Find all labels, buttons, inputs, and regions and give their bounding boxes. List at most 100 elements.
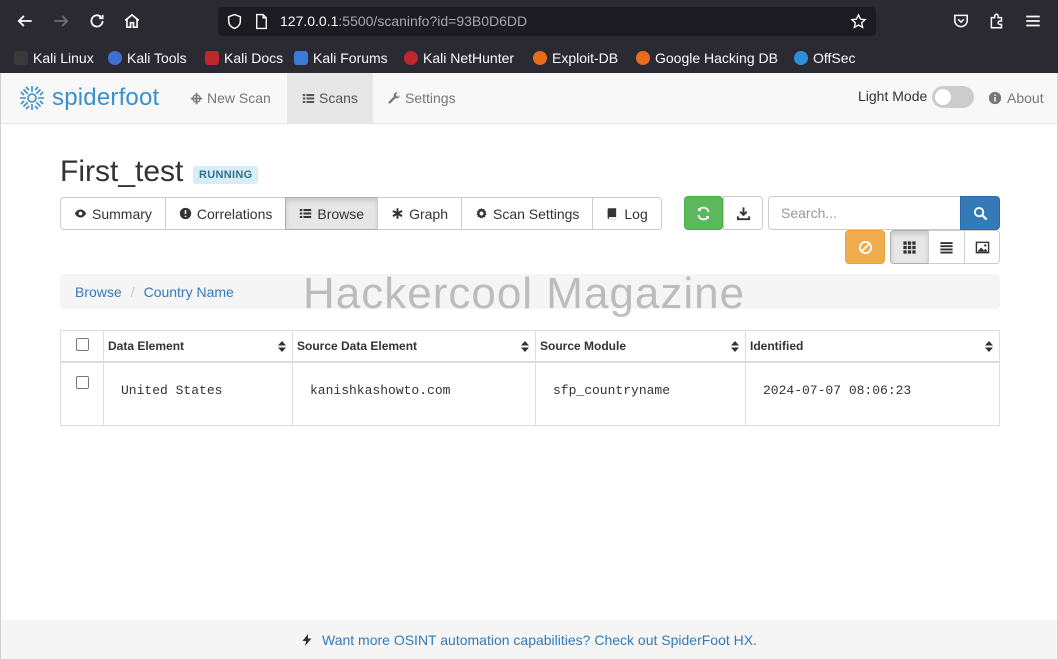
kali-tools-icon bbox=[108, 51, 122, 65]
cell-identified: 2024-07-07 08:06:23 bbox=[745, 361, 1000, 426]
book-icon bbox=[608, 208, 617, 220]
cell-source-module: sfp_countryname bbox=[535, 361, 746, 426]
nav-settings[interactable]: Settings bbox=[373, 73, 471, 123]
download-icon bbox=[736, 206, 750, 220]
hamburger-icon bbox=[1026, 15, 1040, 27]
spiderfoot-hx-link[interactable]: Want more OSINT automation capabilities?… bbox=[322, 632, 757, 648]
bookmark-exploit-db[interactable]: Exploit-DB bbox=[533, 48, 618, 68]
tab-browse[interactable]: Browse bbox=[285, 197, 379, 230]
reload-button[interactable] bbox=[84, 8, 110, 34]
brand-logo[interactable]: spiderfoot bbox=[18, 83, 159, 113]
shield-icon[interactable] bbox=[226, 13, 243, 30]
pocket-button[interactable] bbox=[948, 8, 974, 34]
wrench-icon bbox=[388, 91, 400, 104]
search-input[interactable] bbox=[768, 196, 961, 230]
list-icon bbox=[302, 93, 315, 103]
row-select-cell bbox=[60, 361, 104, 426]
bookmark-kali-linux[interactable]: Kali Linux bbox=[14, 48, 94, 68]
light-mode-toggle[interactable] bbox=[932, 86, 974, 108]
extensions-button[interactable] bbox=[984, 8, 1010, 34]
arrow-right-icon bbox=[54, 15, 69, 27]
kali-docs-icon bbox=[205, 51, 219, 65]
breadcrumb-browse-link[interactable]: Browse bbox=[75, 284, 122, 300]
scan-tabs: Summary Correlations Browse Graph Scan S… bbox=[60, 197, 662, 230]
cell-data-element: United States bbox=[103, 361, 293, 426]
grid-icon bbox=[903, 240, 916, 254]
download-button[interactable] bbox=[723, 196, 763, 230]
bookmark-offsec[interactable]: OffSec bbox=[794, 48, 856, 68]
promo-footer: Want more OSINT automation capabilities?… bbox=[0, 620, 1058, 659]
bookmarks-toolbar: Kali Linux Kali Tools Kali Docs Kali For… bbox=[0, 44, 1058, 70]
app-navbar: spiderfoot New Scan Scans Settings Light… bbox=[0, 73, 1058, 124]
breadcrumb-country-name-link[interactable]: Country Name bbox=[144, 284, 234, 300]
nethunter-icon bbox=[404, 51, 418, 65]
offsec-icon bbox=[794, 51, 808, 65]
bookmark-google-hacking-db[interactable]: Google Hacking DB bbox=[636, 48, 778, 68]
tab-correlations[interactable]: Correlations bbox=[164, 197, 287, 230]
home-icon bbox=[124, 13, 140, 29]
asterisk-icon bbox=[392, 208, 403, 219]
bolt-icon bbox=[302, 633, 312, 646]
image-icon bbox=[975, 241, 989, 253]
crosshair-icon bbox=[190, 92, 203, 104]
status-badge: RUNNING bbox=[193, 166, 259, 184]
tab-scan-settings[interactable]: Scan Settings bbox=[461, 197, 594, 230]
main-content: First_test RUNNING Summary Correlations … bbox=[0, 124, 1058, 620]
header-data-element[interactable]: Data Element bbox=[103, 330, 293, 363]
grid-view-button[interactable] bbox=[890, 230, 929, 264]
star-icon[interactable] bbox=[850, 13, 867, 30]
cell-source-data-element: kanishkashowto.com bbox=[292, 361, 536, 426]
scan-title: First_test bbox=[60, 155, 184, 188]
bookmark-kali-forums[interactable]: Kali Forums bbox=[294, 48, 388, 68]
header-source-module[interactable]: Source Module bbox=[535, 330, 746, 363]
reload-icon bbox=[90, 14, 104, 28]
kali-forums-icon bbox=[294, 51, 308, 65]
pocket-icon bbox=[954, 14, 968, 28]
header-source-data-element[interactable]: Source Data Element bbox=[292, 330, 536, 363]
table-row: United States kanishkashowto.com sfp_cou… bbox=[60, 361, 1000, 426]
table-header-row: Data Element Source Data Element Source … bbox=[60, 330, 1000, 363]
bookmark-kali-docs[interactable]: Kali Docs bbox=[205, 48, 283, 68]
menu-button[interactable] bbox=[1020, 8, 1046, 34]
list-lines-icon bbox=[940, 241, 953, 253]
search-button[interactable] bbox=[960, 196, 1000, 230]
image-view-button[interactable] bbox=[964, 230, 1000, 264]
sort-icon bbox=[985, 341, 993, 352]
sort-icon bbox=[521, 341, 529, 352]
ban-icon bbox=[858, 240, 872, 254]
toggle-knob bbox=[935, 89, 951, 105]
forward-button[interactable] bbox=[48, 8, 74, 34]
select-all-header bbox=[60, 330, 104, 363]
tab-graph[interactable]: Graph bbox=[377, 197, 462, 230]
filter-button[interactable] bbox=[845, 230, 885, 264]
header-identified[interactable]: Identified bbox=[745, 330, 1000, 363]
nav-new-scan[interactable]: New Scan bbox=[175, 73, 286, 123]
sort-icon bbox=[278, 341, 286, 352]
browser-chrome: 127.0.0.1:5500/scaninfo?id=93B0D6DD Kali… bbox=[0, 0, 1058, 73]
puzzle-icon bbox=[990, 13, 1003, 29]
breadcrumb-separator: / bbox=[130, 283, 135, 300]
page-icon[interactable] bbox=[253, 13, 270, 30]
bookmark-kali-nethunter[interactable]: Kali NetHunter bbox=[404, 48, 514, 68]
select-all-checkbox[interactable] bbox=[75, 337, 89, 351]
nav-about[interactable]: About bbox=[988, 90, 1044, 106]
tab-summary[interactable]: Summary bbox=[60, 197, 166, 230]
nav-scans[interactable]: Scans bbox=[287, 73, 373, 123]
row-checkbox[interactable] bbox=[75, 375, 89, 389]
search-icon bbox=[973, 206, 987, 220]
gear-icon bbox=[476, 207, 487, 219]
url-bar[interactable]: 127.0.0.1:5500/scaninfo?id=93B0D6DD bbox=[218, 7, 876, 36]
list-view-button[interactable] bbox=[928, 230, 965, 264]
refresh-icon bbox=[697, 206, 710, 220]
arrow-left-icon bbox=[17, 15, 32, 27]
refresh-button[interactable] bbox=[684, 196, 723, 230]
kali-dragon-icon bbox=[14, 51, 28, 65]
spiderfoot-logo-icon bbox=[20, 86, 44, 110]
results-table: Data Element Source Data Element Source … bbox=[60, 330, 1000, 426]
exploit-db-icon bbox=[533, 51, 547, 65]
bookmark-kali-tools[interactable]: Kali Tools bbox=[108, 48, 187, 68]
home-button[interactable] bbox=[119, 8, 145, 34]
tab-log[interactable]: Log bbox=[592, 197, 662, 230]
back-button[interactable] bbox=[12, 8, 38, 34]
url-text[interactable]: 127.0.0.1:5500/scaninfo?id=93B0D6DD bbox=[280, 13, 527, 29]
